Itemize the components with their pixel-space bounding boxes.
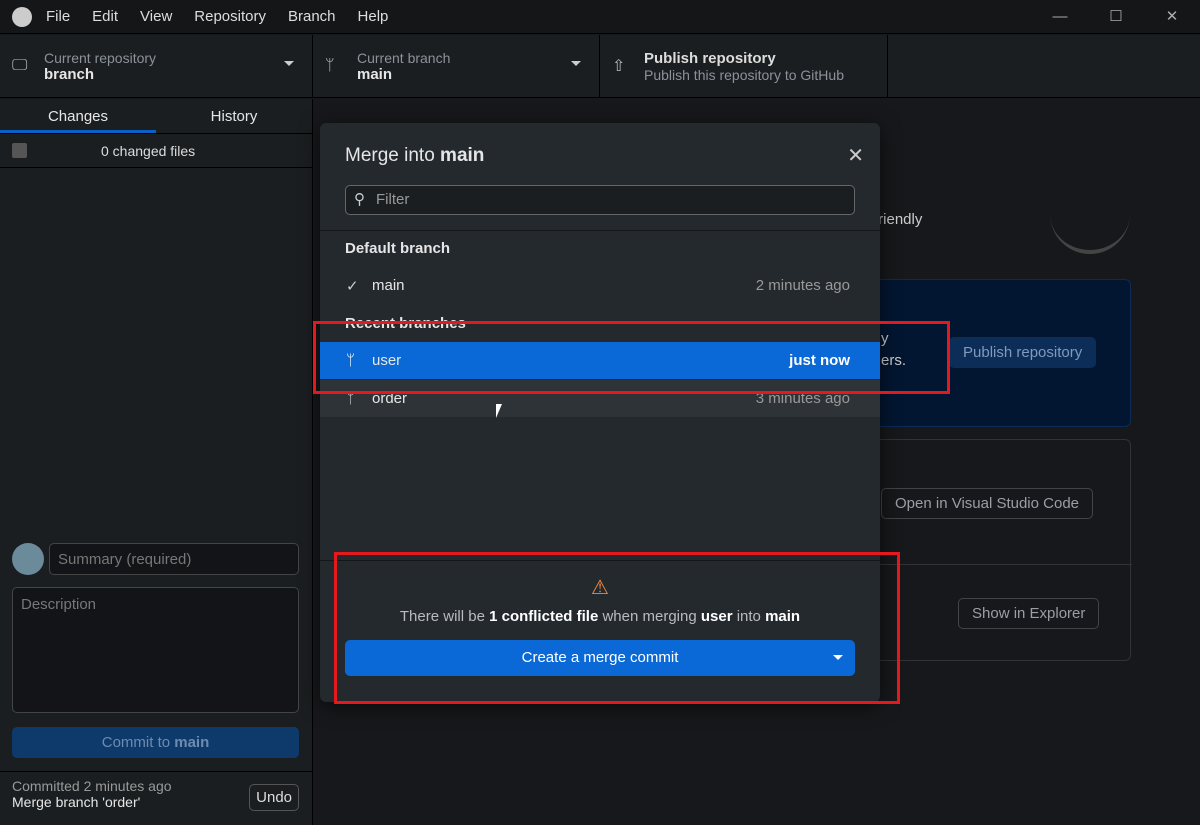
close-icon[interactable]: ✕	[847, 143, 864, 168]
select-all-checkbox[interactable]	[12, 143, 27, 158]
default-branch-header: Default branch	[345, 240, 451, 257]
dialog-title: Merge into main	[345, 145, 485, 166]
branch-icon: ᛘ	[325, 57, 335, 74]
mouse-cursor-icon	[496, 404, 502, 418]
current-repository-button[interactable]: 🖵 Current repository branch	[0, 35, 313, 97]
tab-changes[interactable]: Changes	[0, 99, 156, 133]
menu-file[interactable]: File	[46, 8, 70, 25]
open-vscode-button[interactable]: Open in Visual Studio Code	[881, 488, 1094, 519]
commit-button[interactable]: Commit to main	[12, 727, 299, 758]
commit-label: Commit to	[101, 734, 175, 751]
github-logo-icon	[12, 6, 32, 27]
toolbar: 🖵 Current repository branch ᛘ Current bra…	[0, 35, 1200, 98]
maximize-icon[interactable]: ☐	[1088, 0, 1144, 34]
undo-button[interactable]: Undo	[249, 784, 299, 811]
chevron-down-icon	[284, 61, 294, 71]
publish-repository-card-button[interactable]: Publish repository	[949, 337, 1097, 368]
branch-label: Current branch	[357, 49, 451, 66]
illustration-icon	[1050, 199, 1130, 254]
menu-repository[interactable]: Repository	[194, 8, 266, 25]
repo-value: branch	[44, 65, 95, 83]
branch-item-main[interactable]: ✓ main 2 minutes ago	[320, 267, 880, 304]
filter-input[interactable]: ⚲ Filter	[345, 185, 855, 215]
close-window-icon[interactable]: ✕	[1144, 0, 1200, 34]
chevron-down-icon	[571, 61, 581, 71]
background-text: friendly	[874, 211, 923, 228]
tab-history[interactable]: History	[156, 99, 312, 133]
menu-view[interactable]: View	[140, 8, 172, 25]
publish-subtitle: Publish this repository to GitHub	[644, 66, 844, 83]
current-branch-button[interactable]: ᛘ Current branch main	[313, 35, 600, 97]
minimize-icon[interactable]: —	[1032, 0, 1088, 34]
highlight-box	[313, 321, 950, 394]
repo-label: Current repository	[44, 49, 157, 66]
avatar	[12, 543, 44, 575]
menu-edit[interactable]: Edit	[92, 8, 118, 25]
show-in-explorer-button[interactable]: Show in Explorer	[958, 598, 1100, 629]
publish-repository-button[interactable]: ⇧ Publish repository Publish this reposit…	[600, 35, 888, 97]
title-bar: File Edit View Repository Branch Help — ☐ ✕	[0, 0, 1200, 34]
publish-title: Publish repository	[644, 49, 776, 67]
search-icon: ⚲	[354, 191, 365, 208]
upload-icon: ⇧	[612, 58, 626, 75]
sidebar: Changes History 0 changed files Summary (…	[0, 99, 313, 825]
last-commit: Committed 2 minutes ago Merge branch 'or…	[0, 771, 313, 825]
computer-icon: 🖵	[12, 57, 28, 74]
menu-bar: File Edit View Repository Branch Help	[46, 8, 410, 25]
highlight-box	[334, 552, 900, 704]
check-icon: ✓	[346, 277, 359, 295]
commit-branch: main	[174, 734, 210, 751]
summary-input[interactable]: Summary (required)	[49, 543, 299, 575]
branch-value: main	[357, 65, 393, 83]
menu-help[interactable]: Help	[358, 8, 389, 25]
description-input[interactable]: Description	[12, 587, 299, 713]
changed-files-count: 0 changed files	[101, 142, 196, 159]
menu-branch[interactable]: Branch	[288, 8, 336, 25]
